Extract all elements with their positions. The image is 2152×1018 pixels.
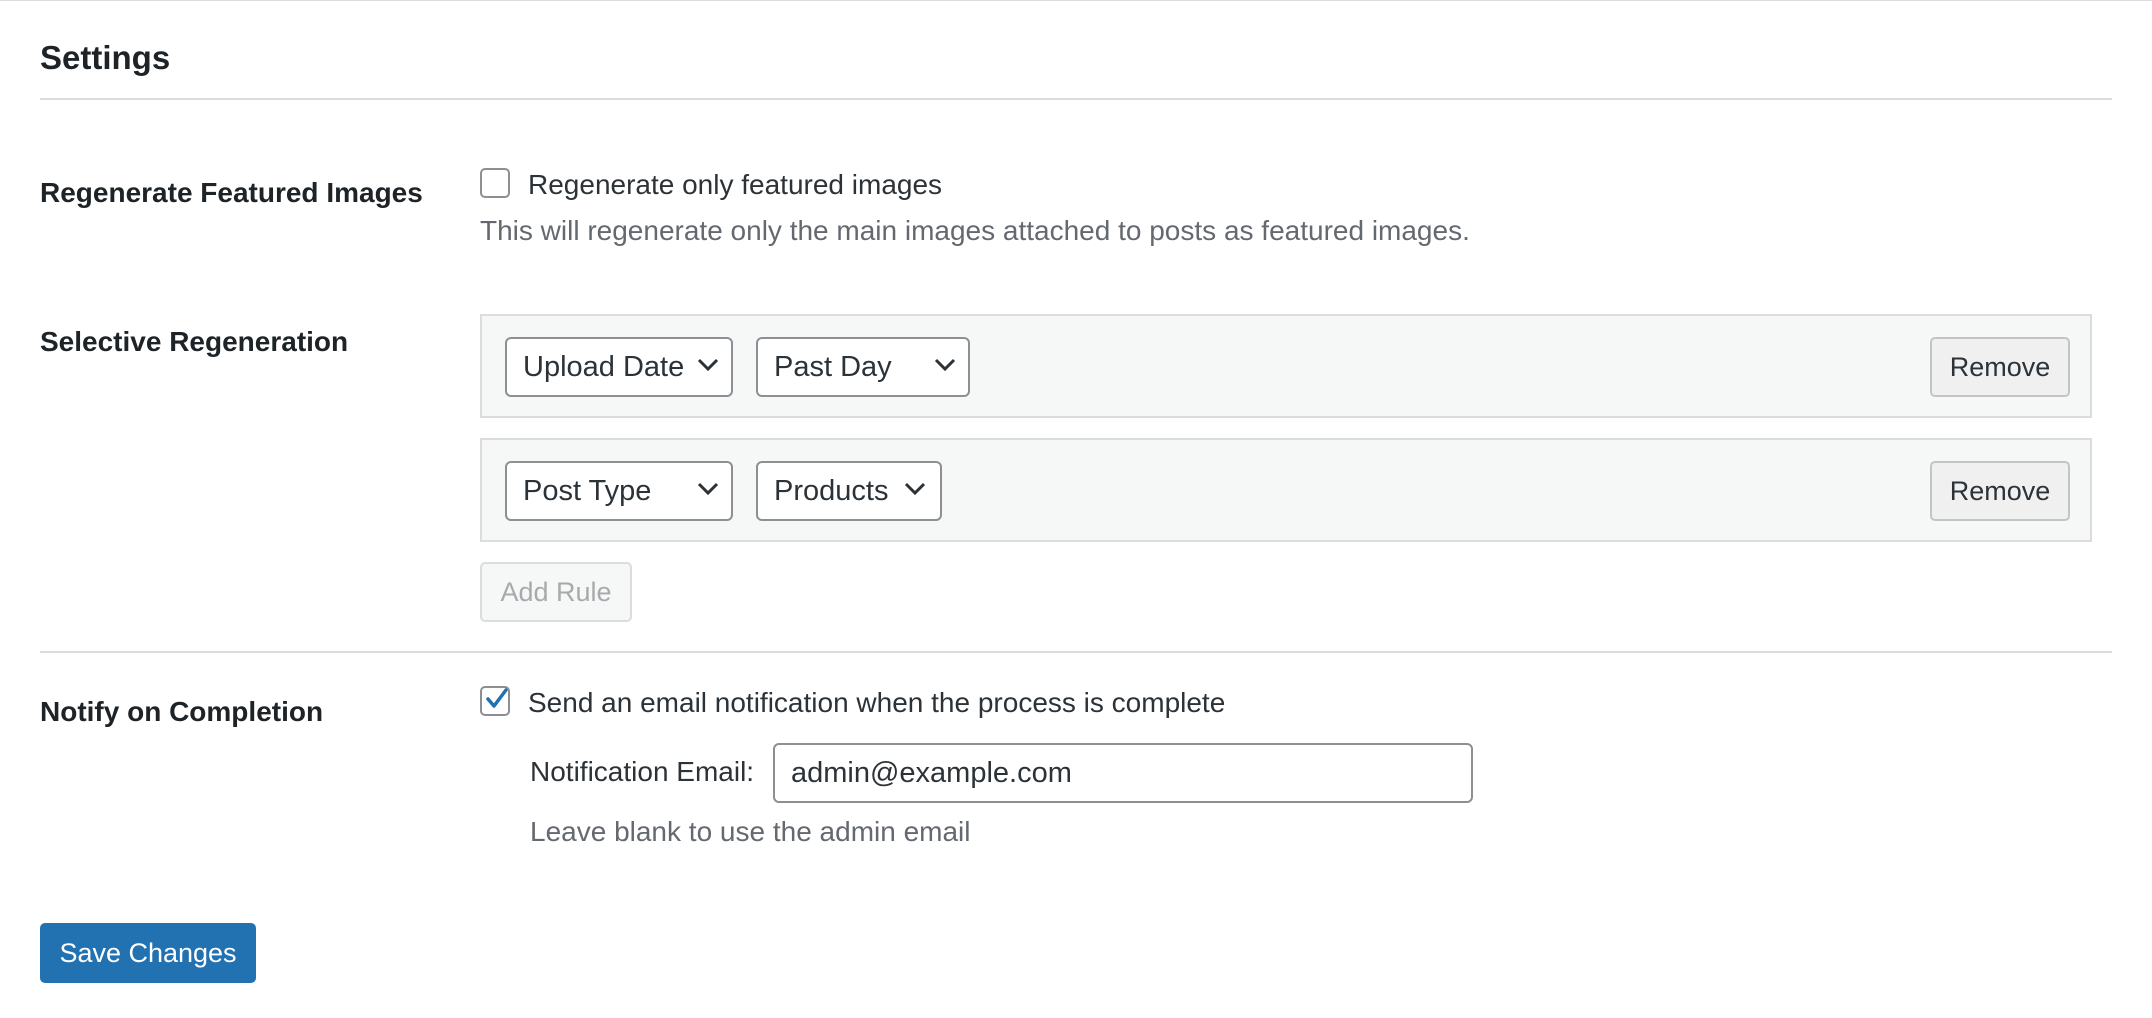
rule-2-value-text: Products [774, 475, 889, 507]
section-divider [40, 651, 2112, 653]
rule-1-field-value: Upload Date [523, 351, 685, 383]
featured-only-checkbox[interactable] [480, 168, 510, 198]
rule-2-remove-button[interactable]: Remove [1930, 461, 2070, 521]
notify-email-checkbox[interactable] [480, 686, 510, 716]
chevron-down-icon [904, 482, 926, 496]
page-title: Settings [40, 39, 171, 76]
save-changes-button[interactable]: Save Changes [40, 923, 256, 983]
rule-2-field-value: Post Type [523, 475, 652, 507]
rule-1-field-select[interactable]: Upload Date [505, 337, 733, 397]
chevron-down-icon [697, 482, 719, 496]
notify-completion-label: Notify on Completion [40, 696, 324, 727]
chevron-down-icon [934, 358, 956, 372]
rule-1-remove-button[interactable]: Remove [1930, 337, 2070, 397]
title-divider [40, 98, 2112, 100]
rule-1-value-select[interactable]: Past Day [756, 337, 970, 397]
featured-images-label: Regenerate Featured Images [40, 177, 423, 208]
settings-page: Settings Regenerate Featured Images Rege… [0, 0, 2152, 1018]
featured-images-description: This will regenerate only the main image… [480, 215, 1470, 246]
notify-email-checkbox-label[interactable]: Send an email notification when the proc… [528, 687, 1225, 719]
rule-2-value-select[interactable]: Products [756, 461, 942, 521]
chevron-down-icon [697, 358, 719, 372]
featured-only-checkbox-label[interactable]: Regenerate only featured images [528, 169, 942, 201]
selective-regeneration-label: Selective Regeneration [40, 326, 349, 357]
rule-1-value-text: Past Day [774, 351, 892, 383]
notification-email-label: Notification Email: [530, 756, 755, 787]
notification-email-input[interactable] [773, 743, 1473, 803]
checkmark-icon [486, 688, 508, 708]
rule-row-2: Post Type Products Remove [480, 438, 2092, 542]
notification-email-hint: Leave blank to use the admin email [530, 816, 971, 847]
rule-row-1: Upload Date Past Day Remove [480, 314, 2092, 418]
rule-2-field-select[interactable]: Post Type [505, 461, 733, 521]
add-rule-button[interactable]: Add Rule [480, 562, 632, 622]
